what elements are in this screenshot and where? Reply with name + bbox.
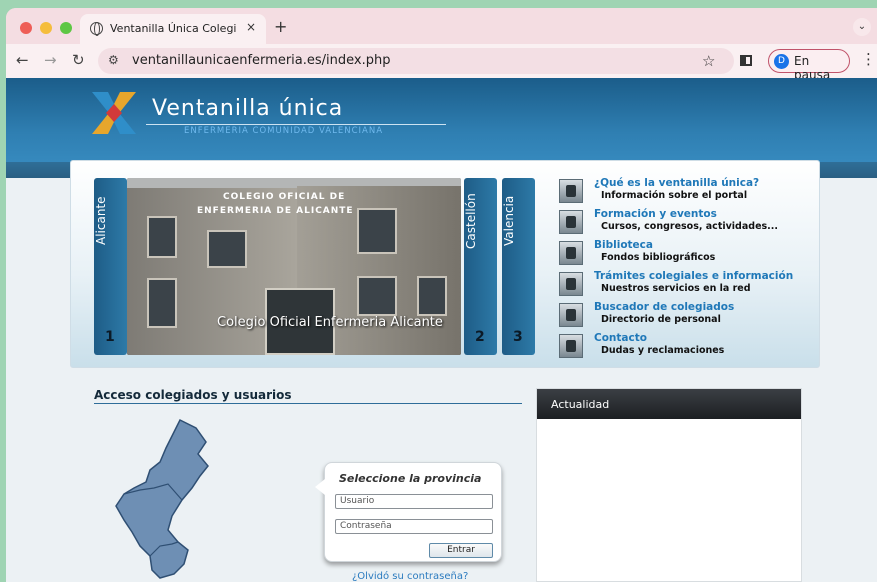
link-buscador[interactable]: Buscador de colegiados Directorio de per… <box>559 301 819 331</box>
username-field[interactable]: Usuario <box>335 494 493 509</box>
new-tab-button[interactable]: + <box>274 17 287 36</box>
link-subtitle: Cursos, congresos, actividades... <box>601 221 778 232</box>
library-icon <box>559 241 583 265</box>
url-text[interactable]: ventanillaunicaenfermeria.es/index.php <box>132 53 390 68</box>
menu-icon[interactable]: ⋮ <box>861 50 876 68</box>
province-map[interactable] <box>110 418 230 582</box>
news-panel: Actualidad <box>536 388 802 582</box>
slider-tab-label: Castellón <box>464 193 478 249</box>
link-formacion[interactable]: Formación y eventos Cursos, congresos, a… <box>559 208 819 238</box>
slider-tab-number: 2 <box>475 329 485 345</box>
minimize-window-button[interactable] <box>40 22 52 34</box>
photo-sign-line2: ENFERMERIA DE ALICANTE <box>197 206 354 216</box>
directory-icon <box>559 303 583 327</box>
contact-icon <box>559 334 583 358</box>
brand-divider <box>146 124 446 125</box>
site-brand-subtitle: ENFERMERIA COMUNIDAD VALENCIANA <box>184 126 384 136</box>
link-title[interactable]: Contacto <box>594 332 647 344</box>
close-window-button[interactable] <box>20 22 32 34</box>
link-title[interactable]: Trámites colegiales e información <box>594 270 793 282</box>
events-icon <box>559 210 583 234</box>
link-title[interactable]: Buscador de colegiados <box>594 301 734 313</box>
slider-tab-castellon[interactable]: Castellón 2 <box>464 178 497 355</box>
tab-search-chevron-icon[interactable]: ⌄ <box>853 18 871 36</box>
featured-panel: Alicante 1 COLEGIO OFICIAL DE ENFERMERIA… <box>70 160 820 368</box>
link-subtitle: Nuestros servicios en la red <box>601 283 751 294</box>
side-panel-icon[interactable] <box>740 55 752 66</box>
slider-tab-alicante[interactable]: Alicante 1 <box>94 178 127 355</box>
forward-icon[interactable]: → <box>44 51 57 69</box>
reload-icon[interactable]: ↻ <box>72 51 85 69</box>
address-bar[interactable]: ⚙ ventanillaunicaenfermeria.es/index.php <box>98 48 734 74</box>
slider-photo[interactable]: COLEGIO OFICIAL DE ENFERMERIA DE ALICANT… <box>127 178 461 355</box>
login-submit-button[interactable]: Entrar <box>429 543 493 558</box>
access-divider <box>94 403 522 404</box>
login-title: Seleccione la provincia <box>339 472 482 485</box>
news-panel-title: Actualidad <box>537 389 801 419</box>
slider-tab-label: Alicante <box>94 196 108 246</box>
slider-tab-valencia[interactable]: Valencia 3 <box>502 178 535 355</box>
link-title[interactable]: ¿Qué es la ventanilla única? <box>594 177 759 189</box>
tab-title: Ventanilla Única Colegio Enfer <box>110 22 236 35</box>
password-field[interactable]: Contraseña <box>335 519 493 534</box>
slider-caption: Colegio Oficial Enfermeria Alicante <box>217 315 443 330</box>
tab-close-icon[interactable]: × <box>246 20 256 34</box>
login-box: Seleccione la provincia Usuario Contrase… <box>315 462 502 562</box>
photo-sign-line1: COLEGIO OFICIAL DE <box>223 192 346 202</box>
procedures-icon <box>559 272 583 296</box>
avatar: D <box>774 54 789 69</box>
slider-tab-number: 1 <box>105 329 115 345</box>
forgot-password-link[interactable]: ¿Olvidó su contraseña? <box>352 571 468 582</box>
link-subtitle: Directorio de personal <box>601 314 721 325</box>
link-biblioteca[interactable]: Biblioteca Fondos bibliográficos <box>559 239 819 269</box>
tab-bar: Ventanilla Única Colegio Enfer × + ⌄ <box>6 8 877 44</box>
link-contacto[interactable]: Contacto Dudas y reclamaciones <box>559 332 819 362</box>
profile-button[interactable]: D En pausa <box>768 49 850 82</box>
browser-toolbar: ← → ↻ ⚙ ventanillaunicaenfermeria.es/ind… <box>6 44 877 82</box>
logo-icon[interactable] <box>92 92 136 134</box>
link-title[interactable]: Formación y eventos <box>594 208 717 220</box>
link-subtitle: Información sobre el portal <box>601 190 748 201</box>
access-section-title: Acceso colegiados y usuarios <box>94 388 292 402</box>
web-page: Ventanilla única ENFERMERIA COMUNIDAD VA… <box>6 78 877 582</box>
browser-tab[interactable]: Ventanilla Única Colegio Enfer × <box>80 14 266 44</box>
link-que-es[interactable]: ¿Qué es la ventanilla única? Información… <box>559 177 819 207</box>
slider-tab-number: 3 <box>513 329 523 345</box>
link-title[interactable]: Biblioteca <box>594 239 653 251</box>
bookmark-star-icon[interactable]: ☆ <box>702 52 715 70</box>
site-brand-title[interactable]: Ventanilla única <box>152 96 343 121</box>
maximize-window-button[interactable] <box>60 22 72 34</box>
link-subtitle: Fondos bibliográficos <box>601 252 716 263</box>
site-settings-icon[interactable]: ⚙ <box>108 53 119 67</box>
browser-window: Ventanilla Única Colegio Enfer × + ⌄ ← →… <box>6 8 877 582</box>
slider-tab-label: Valencia <box>502 195 516 247</box>
link-subtitle: Dudas y reclamaciones <box>601 345 725 356</box>
globe-icon <box>90 22 103 36</box>
link-tramites[interactable]: Trámites colegiales e información Nuestr… <box>559 270 819 300</box>
portal-icon <box>559 179 583 203</box>
back-icon[interactable]: ← <box>16 51 29 69</box>
